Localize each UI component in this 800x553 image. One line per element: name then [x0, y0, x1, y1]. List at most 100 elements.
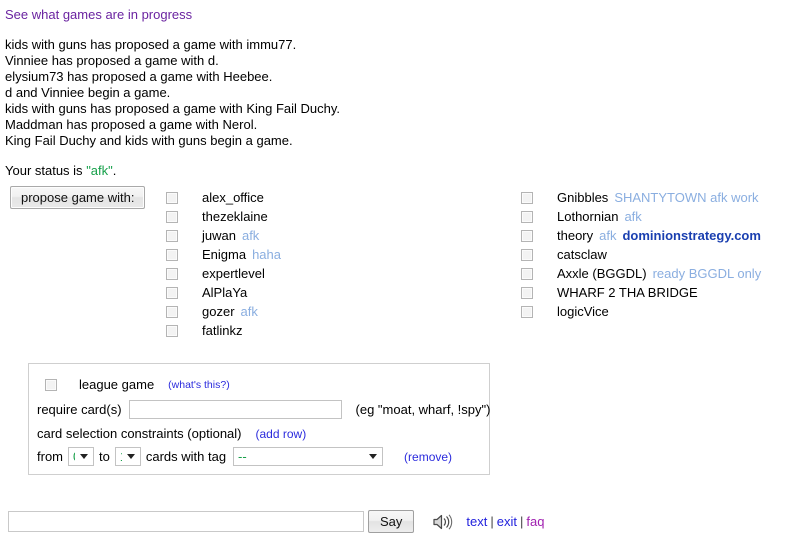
log-line: d and Vinniee begin a game. — [5, 85, 171, 100]
player-row[interactable]: Axxle (BGGDL) ready BGGDL only — [521, 264, 761, 283]
player-name: thezeklaine — [202, 209, 268, 224]
player-row[interactable]: alex_office — [166, 188, 281, 207]
from-count-select[interactable]: 0 — [68, 447, 94, 466]
player-checkbox[interactable] — [521, 248, 533, 261]
player-checkbox[interactable] — [521, 229, 533, 242]
speaker-icon[interactable] — [432, 513, 454, 531]
player-row[interactable]: fatlinkz — [166, 321, 281, 340]
cards-with-tag-label: cards with tag — [145, 449, 227, 464]
league-game-row: league game (what's this?) — [45, 377, 230, 392]
player-checkbox[interactable] — [521, 191, 533, 204]
from-select-wrap: 0 — [63, 447, 99, 466]
player-status: afk — [624, 209, 642, 224]
games-in-progress-link[interactable]: See what games are in progress — [5, 7, 192, 22]
player-name: catsclaw — [557, 247, 607, 262]
add-row-link[interactable]: (add row) — [256, 427, 307, 441]
log-line: kids with guns has proposed a game with … — [5, 37, 297, 52]
to-select-wrap: 10 — [110, 447, 146, 466]
log-line: kids with guns has proposed a game with … — [5, 101, 341, 116]
footer-links: text | exit | faq — [466, 514, 544, 529]
player-row[interactable]: catsclaw — [521, 245, 761, 264]
remove-row-link[interactable]: (remove) — [404, 450, 452, 464]
from-label: from — [37, 449, 63, 464]
text-link[interactable]: text — [466, 514, 487, 529]
require-cards-row: require card(s) (eg "moat, wharf, !spy") — [37, 400, 490, 419]
constraint-range-row: from 0 to 10 cards with tag -- (remove) — [37, 447, 452, 466]
player-checkbox[interactable] — [521, 210, 533, 223]
status-suffix: . — [112, 163, 117, 178]
player-list-right: Gnibbles SHANTYTOWN afk work Lothornian … — [521, 188, 761, 321]
player-checkbox[interactable] — [166, 191, 178, 204]
player-name: logicVice — [557, 304, 609, 319]
event-log: kids with guns has proposed a game with … — [5, 37, 340, 149]
log-line: Vinniee has proposed a game with d. — [5, 53, 219, 68]
player-checkbox[interactable] — [166, 286, 178, 299]
player-row[interactable]: WHARF 2 THA BRIDGE — [521, 283, 761, 302]
player-checkbox[interactable] — [166, 267, 178, 280]
player-name: gozer — [202, 304, 235, 319]
card-constraints-label: card selection constraints (optional) — [37, 426, 242, 441]
player-row[interactable]: AlPlaYa — [166, 283, 281, 302]
chat-bar: Say text | exit | faq — [8, 510, 544, 533]
to-label: to — [99, 449, 110, 464]
player-checkbox[interactable] — [521, 286, 533, 299]
propose-game-button[interactable]: propose game with: — [10, 186, 146, 209]
log-line: King Fail Duchy and kids with guns begin… — [5, 133, 293, 148]
player-name: Gnibbles — [557, 190, 609, 205]
faq-link[interactable]: faq — [526, 514, 544, 529]
player-row[interactable]: logicVice — [521, 302, 761, 321]
player-checkbox[interactable] — [166, 248, 178, 261]
player-row[interactable]: Lothornian afk — [521, 207, 761, 226]
player-name: juwan — [202, 228, 236, 243]
player-status: SHANTYTOWN afk work — [614, 190, 759, 205]
player-checkbox[interactable] — [166, 305, 178, 318]
player-row[interactable]: gozer afk — [166, 302, 281, 321]
player-name: fatlinkz — [202, 323, 243, 338]
status-value: "afk" — [86, 163, 113, 178]
player-name: expertlevel — [202, 266, 265, 281]
player-status: afk — [241, 228, 260, 243]
chat-input[interactable] — [8, 511, 364, 532]
player-name: WHARF 2 THA BRIDGE — [557, 285, 698, 300]
player-row[interactable]: Gnibbles SHANTYTOWN afk work — [521, 188, 761, 207]
player-checkbox[interactable] — [166, 324, 178, 337]
player-checkbox[interactable] — [521, 305, 533, 318]
player-row[interactable]: Enigma haha — [166, 245, 281, 264]
player-name: alex_office — [202, 190, 264, 205]
log-line: Maddman has proposed a game with Nerol. — [5, 117, 258, 132]
player-name: Enigma — [202, 247, 247, 262]
require-cards-hint: (eg "moat, wharf, !spy") — [355, 402, 491, 417]
whats-this-link[interactable]: (what's this?) — [168, 379, 230, 391]
player-checkbox[interactable] — [166, 229, 178, 242]
player-row[interactable]: thezeklaine — [166, 207, 281, 226]
status-prefix: Your status is — [5, 163, 87, 178]
game-options-panel: league game (what's this?) require card(… — [28, 363, 490, 475]
say-button[interactable]: Say — [368, 510, 415, 533]
player-status: ready BGGDL only — [652, 266, 762, 281]
link-separator: | — [490, 514, 494, 529]
player-row[interactable]: expertlevel — [166, 264, 281, 283]
player-row[interactable]: juwan afk — [166, 226, 281, 245]
player-row[interactable]: theory afk dominionstrategy.com — [521, 226, 761, 245]
league-game-label: league game — [79, 377, 155, 392]
player-name: Lothornian — [557, 209, 619, 224]
require-cards-input[interactable] — [128, 400, 342, 419]
tag-select-wrap: -- — [226, 447, 388, 466]
exit-link[interactable]: exit — [497, 514, 517, 529]
player-status: afk — [240, 304, 258, 319]
player-name: Axxle (BGGDL) — [557, 266, 647, 281]
player-url[interactable]: dominionstrategy.com — [622, 228, 760, 243]
player-list-left: alex_office thezeklaine juwan afk Enigma… — [166, 188, 281, 340]
link-separator: | — [520, 514, 524, 529]
user-status: Your status is "afk". — [5, 163, 116, 178]
card-tag-select[interactable]: -- — [233, 447, 384, 466]
player-name: theory — [557, 228, 594, 243]
player-status: haha — [252, 247, 281, 262]
player-name: AlPlaYa — [202, 285, 248, 300]
to-count-select[interactable]: 10 — [114, 447, 141, 466]
card-constraints-row: card selection constraints (optional) (a… — [37, 426, 306, 441]
player-status: afk — [599, 228, 617, 243]
player-checkbox[interactable] — [166, 210, 178, 223]
player-checkbox[interactable] — [521, 267, 533, 280]
league-game-checkbox[interactable] — [45, 378, 57, 391]
